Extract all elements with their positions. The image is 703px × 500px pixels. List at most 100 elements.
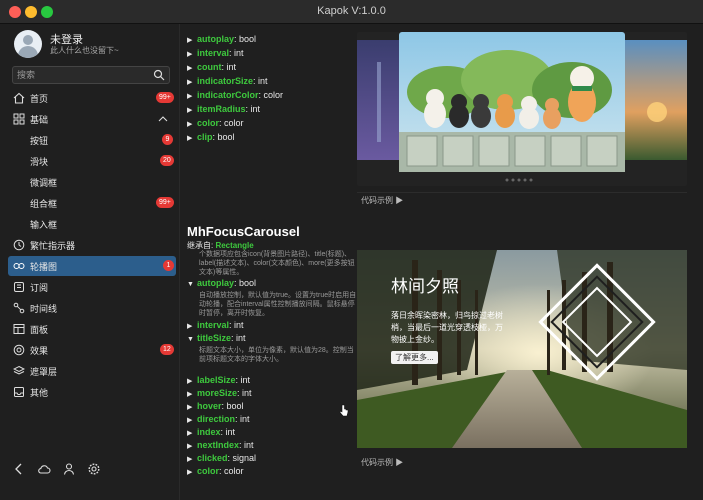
chevron-up-icon[interactable]	[158, 114, 168, 124]
property-key: nextIndex	[197, 440, 240, 450]
nav-item-combobox[interactable]: 组合框 99+	[8, 193, 176, 213]
property-type: : bool	[234, 34, 257, 44]
nav-item-panel[interactable]: 面板	[8, 319, 176, 339]
property-key: labelSize	[197, 375, 236, 385]
property-row[interactable]: ▶ color: color	[187, 466, 244, 476]
expand-arrow-icon[interactable]: ▶	[187, 442, 197, 450]
property-type: : signal	[227, 453, 257, 463]
property-type: : int	[235, 414, 250, 424]
property-row[interactable]: ▶ interval: int	[187, 48, 244, 58]
property-row[interactable]: ▶ autoplay: bool	[187, 34, 256, 44]
code-example-toggle-2[interactable]: 代码示例 ▶	[361, 457, 403, 468]
property-type: : int	[229, 48, 244, 58]
property-row[interactable]: ▶ clicked: signal	[187, 453, 256, 463]
property-row[interactable]: ▼ titleSize: int	[187, 333, 246, 343]
gear-icon[interactable]	[87, 462, 101, 476]
expand-arrow-icon[interactable]: ▶	[187, 64, 197, 72]
property-type: : bool	[234, 278, 257, 288]
property-row[interactable]: ▶ interval: int	[187, 320, 244, 330]
property-key: autoplay	[197, 34, 235, 44]
expand-arrow-icon[interactable]: ▶	[187, 50, 197, 58]
expand-arrow-icon[interactable]: ▶	[187, 106, 197, 114]
property-key: count	[197, 62, 222, 72]
property-type: : int	[237, 388, 252, 398]
expand-arrow-icon[interactable]: ▶	[187, 134, 197, 142]
expand-arrow-icon[interactable]: ▶	[187, 92, 197, 100]
property-row[interactable]: ▶ hover: bool	[187, 401, 244, 411]
nav-item-input[interactable]: 输入框	[8, 214, 176, 234]
property-type: : color	[258, 90, 284, 100]
nav-item-mask[interactable]: 遮罩层	[8, 361, 176, 381]
property-key: indicatorSize	[197, 76, 254, 86]
expand-arrow-icon[interactable]: ▶	[187, 377, 197, 385]
expand-arrow-icon[interactable]: ▶	[187, 78, 197, 86]
combobox-badge: 99+	[156, 197, 174, 208]
property-row[interactable]: ▼ autoplay: bool	[187, 278, 256, 288]
nav-item-button[interactable]: 按钮 9	[8, 130, 176, 150]
divider	[357, 192, 687, 193]
property-row[interactable]: ▶ moreSize: int	[187, 388, 252, 398]
property-key: interval	[197, 320, 230, 330]
property-row[interactable]: ▶ itemRadius: int	[187, 104, 260, 114]
expand-arrow-icon[interactable]: ▶	[187, 36, 197, 44]
nav-item-carousel[interactable]: 轮播图 1	[8, 256, 176, 276]
property-row[interactable]: ▶ color: color	[187, 118, 244, 128]
expand-arrow-icon[interactable]: ▶	[187, 429, 197, 437]
learn-more-button[interactable]: 了解更多...	[391, 351, 438, 364]
nav-item-subscribe[interactable]: 订阅	[8, 277, 176, 297]
slider-badge: 20	[160, 155, 174, 166]
expand-arrow-icon[interactable]: ▶	[187, 468, 197, 476]
nav-item-busy-indicator[interactable]: 繁忙指示器	[8, 235, 176, 255]
sidebar: 未登录 此人什么也没留下~ 首页 99+ 基础 按钮 9 滑块 20 微调框 组	[0, 24, 180, 500]
property-row[interactable]: ▶ indicatorColor: color	[187, 90, 283, 100]
property-type: : color	[219, 118, 244, 128]
expand-arrow-icon[interactable]: ▶	[187, 120, 197, 128]
nav-item-other[interactable]: 其他	[8, 382, 176, 402]
expand-arrow-icon[interactable]: ▶	[187, 403, 197, 411]
back-icon[interactable]	[12, 462, 26, 476]
property-row[interactable]: ▶ nextIndex: int	[187, 440, 254, 450]
search-icon[interactable]	[153, 69, 165, 81]
home-badge: 99+	[156, 92, 174, 103]
code-example-toggle-1[interactable]: 代码示例 ▶	[361, 195, 403, 206]
property-type: : int	[235, 375, 251, 385]
property-key: indicatorColor	[197, 90, 259, 100]
property-type: : int	[253, 76, 268, 86]
property-key: clicked	[197, 453, 228, 463]
user-subtitle: 此人什么也没留下~	[50, 46, 119, 55]
nav-item-basic[interactable]: 基础	[8, 109, 176, 129]
expand-arrow-icon[interactable]: ▶	[187, 390, 197, 398]
search-box	[12, 66, 170, 84]
nav-item-home[interactable]: 首页 99+	[8, 88, 176, 108]
title-bar: Kapok V:1.0.0	[0, 0, 703, 24]
property-row[interactable]: ▶ indicatorSize: int	[187, 76, 268, 86]
user-icon[interactable]	[62, 462, 76, 476]
property-row[interactable]: ▶ count: int	[187, 62, 236, 72]
panel-icon	[13, 324, 25, 334]
nav-item-spinbox[interactable]: 微调框	[8, 172, 176, 192]
search-input[interactable]	[17, 68, 147, 82]
button-badge: 9	[162, 134, 173, 145]
main-content: ▶ autoplay: bool ▶ interval: int ▶ count: int…	[181, 24, 703, 500]
property-row[interactable]: ▶ direction: int	[187, 414, 250, 424]
collapse-arrow-icon[interactable]: ▼	[187, 281, 197, 288]
expand-arrow-icon[interactable]: ▶	[187, 455, 197, 463]
cloud-icon[interactable]	[37, 462, 51, 476]
nav-item-slider[interactable]: 滑块 20	[8, 151, 176, 171]
focus-carousel-demo[interactable]: 林间夕照 落日余晖染密林，归鸟掠过老树梢，当最后一道光穿透枝桠，万物披上金纱。 …	[357, 250, 687, 448]
window-title: Kapok V:1.0.0	[317, 5, 386, 17]
collapse-arrow-icon[interactable]: ▼	[187, 336, 197, 343]
inherit-link[interactable]: Rectangle	[215, 241, 253, 250]
carousel-demo-preview[interactable]	[357, 32, 687, 186]
property-row[interactable]: ▶ clip: bool	[187, 132, 235, 142]
property-key: direction	[197, 414, 236, 424]
nav-item-timeline[interactable]: 时间线	[8, 298, 176, 318]
property-row[interactable]: ▶ labelSize: int	[187, 375, 250, 385]
property-row[interactable]: ▶ index: int	[187, 427, 235, 437]
property-key: color	[197, 118, 220, 128]
carousel-icon	[13, 263, 25, 269]
expand-arrow-icon[interactable]: ▶	[187, 322, 197, 330]
avatar[interactable]	[14, 30, 42, 58]
expand-arrow-icon[interactable]: ▶	[187, 416, 197, 424]
nav-item-effects[interactable]: 效果 12	[8, 340, 176, 360]
